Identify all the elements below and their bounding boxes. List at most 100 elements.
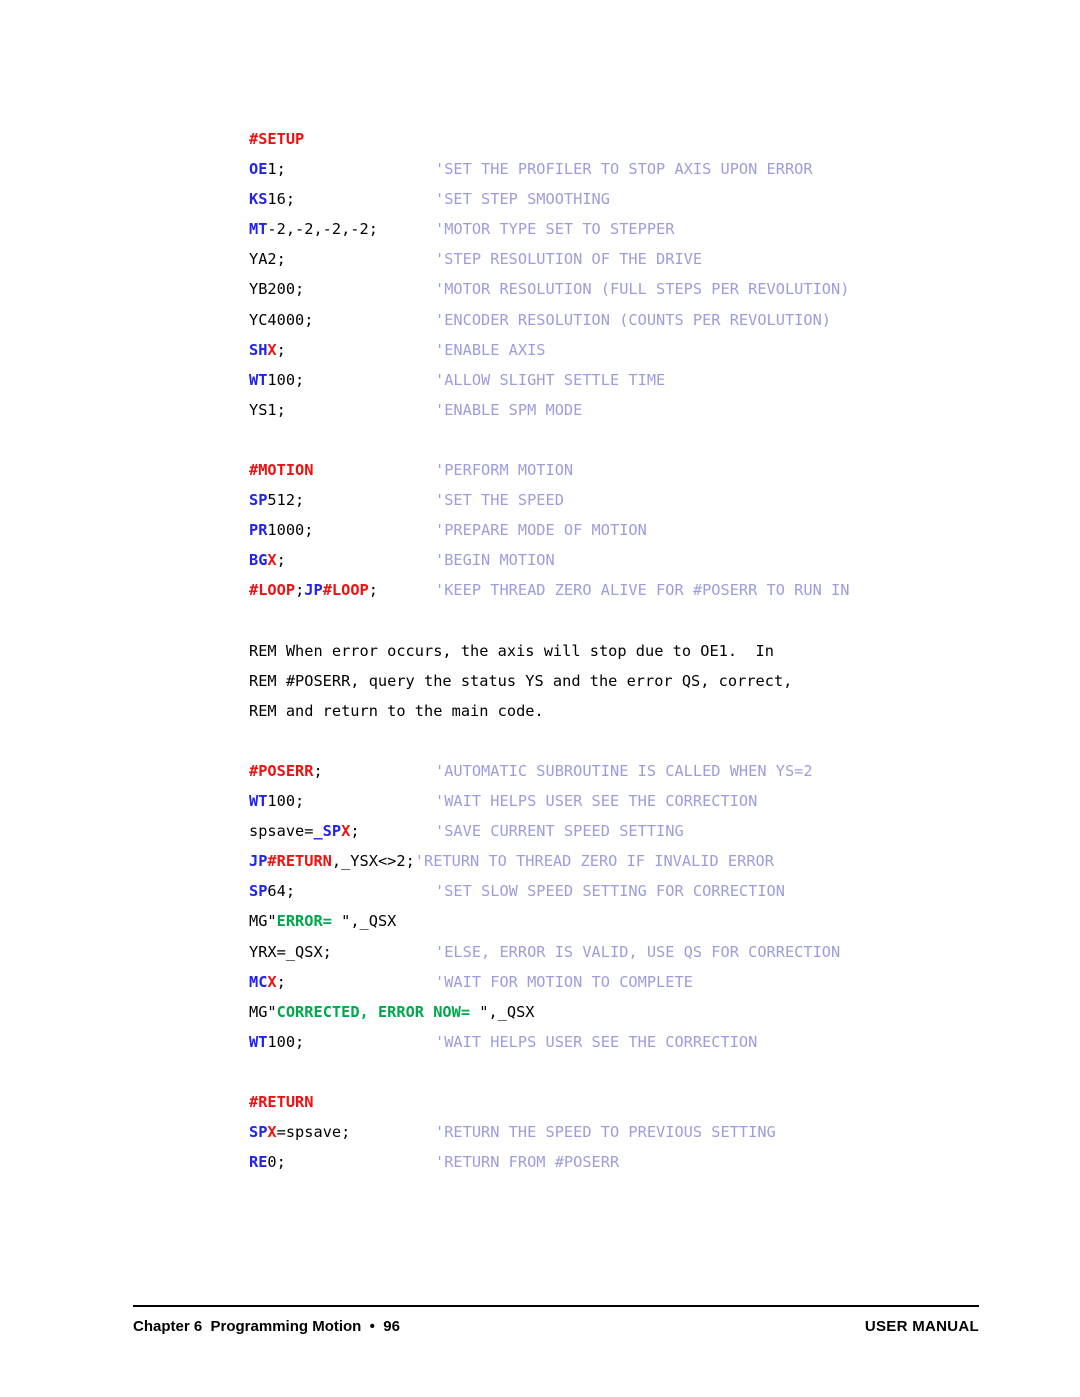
code-token: YRX=_QSX; [249,942,332,961]
code-line-ya2: YA2; 'STEP RESOLUTION OF THE DRIVE [249,244,1009,274]
code-line-bgx: BGX; 'BEGIN MOTION [249,545,1009,575]
code-token: #MOTION [249,461,314,480]
code-tokens: MT-2,-2,-2,-2; [249,214,435,244]
code-inline-comment: 'ALLOW SLIGHT SETTLE TIME [435,370,666,389]
code-tokens: WT100; [249,365,435,395]
code-token: ; [276,340,286,359]
code-tokens: #LOOP;JP#LOOP; [249,575,435,605]
code-comment-line-rem-3: REM and return to the main code. [249,696,1009,726]
footer-chapter-label: Chapter 6 Programming Motion • 96 [133,1317,400,1335]
code-token: 100; [267,792,305,811]
code-token: 100; [267,1032,305,1051]
code-token: JP [249,852,268,871]
prose-text: REM and return to the main code. [249,701,544,720]
code-token: 100; [267,370,305,389]
code-line-oe1: OE1; 'SET THE PROFILER TO STOP AXIS UPON … [249,154,1009,184]
code-token: #LOOP [249,581,296,600]
code-inline-comment: 'WAIT HELPS USER SEE THE CORRECTION [435,1032,758,1051]
code-token: #RETURN [249,1093,314,1111]
code-inline-comment: 'ENABLE SPM MODE [435,400,583,419]
code-line-wt100-a: WT100; 'ALLOW SLIGHT SETTLE TIME [249,365,1009,395]
code-tokens: #MOTION [249,455,435,485]
code-line-ks16: KS16; 'SET STEP SMOOTHING [249,184,1009,214]
code-line-setup-label: #SETUP [249,124,1009,154]
code-inline-comment: 'RETURN FROM #POSERR [435,1153,620,1172]
code-line-mg-corrected: MG"CORRECTED, ERROR NOW= ",_QSX [249,997,1009,1027]
code-token: ; [295,581,305,600]
code-line-spx-assign: SPX=spsave; 'RETURN THE SPEED TO PREVIOUS… [249,1117,1009,1147]
code-token: X [267,551,277,570]
code-token: _SP [313,822,342,841]
code-tokens: SP64; [249,876,435,906]
code-token: SH [249,340,268,359]
code-token: X [341,822,351,841]
code-inline-comment: 'KEEP THREAD ZERO ALIVE FOR #POSERR TO R… [435,581,850,600]
code-tokens: RE0; [249,1147,435,1177]
code-line-sp64: SP64; 'SET SLOW SPEED SETTING FOR CORRECT… [249,876,1009,906]
code-tokens: MG"CORRECTED, ERROR NOW= ",_QSX [249,997,535,1027]
code-line-pr1000: PR1000; 'PREPARE MODE OF MOTION [249,515,1009,545]
code-token: MT [249,220,268,239]
code-token: #LOOP [322,581,369,600]
code-tokens: SHX; [249,335,435,365]
code-tokens: BGX; [249,545,435,575]
code-line-jp-return: JP#RETURN,_YSX<>2;'RETURN TO THREAD ZERO… [249,846,1009,876]
code-tokens: YRX=_QSX; [249,937,435,967]
code-token: 16; [267,190,296,209]
code-line-sp512: SP512; 'SET THE SPEED [249,485,1009,515]
code-tokens: #SETUP [249,124,435,154]
code-line-mt: MT-2,-2,-2,-2; 'MOTOR TYPE SET TO STEPPER [249,214,1009,244]
code-inline-comment: 'SET STEP SMOOTHING [435,190,610,209]
code-line-yb200: YB200; 'MOTOR RESOLUTION (FULL STEPS PER … [249,274,1009,304]
code-token: 64; [267,882,296,901]
code-token: -2,-2,-2,-2; [267,220,378,239]
code-token: OE [249,160,268,179]
code-line-re0: RE0; 'RETURN FROM #POSERR [249,1147,1009,1177]
code-token: #POSERR [249,761,314,780]
code-token: ",_QSX [341,912,397,931]
code-tokens: OE1; [249,154,435,184]
code-inline-comment: 'WAIT FOR MOTION TO COMPLETE [435,972,693,991]
code-token: ,_YSX<>2; [331,852,415,871]
code-token: RE [249,1153,268,1172]
code-token: SP [249,1123,268,1142]
code-token: 512; [267,491,305,510]
code-token: BG [249,551,268,570]
code-line-shx: SHX; 'ENABLE AXIS [249,335,1009,365]
code-token: WT [249,792,268,811]
page-footer: Chapter 6 Programming Motion • 96 USER M… [133,1313,979,1339]
code-token: YB200; [249,280,305,299]
code-inline-comment: 'RETURN THE SPEED TO PREVIOUS SETTING [435,1123,776,1142]
code-inline-comment: 'ENABLE AXIS [435,340,546,359]
document-page: #SETUP OE1; 'SET THE PROFILER TO STOP AXIS… [0,0,1080,1397]
code-inline-comment: 'BEGIN MOTION [435,551,555,570]
code-inline-comment: 'ENCODER RESOLUTION (COUNTS PER REVOLUTI… [435,310,832,329]
footer-manual-label: USER MANUAL [864,1317,979,1335]
code-line-spsave-assign: spsave=_SPX; 'SAVE CURRENT SPEED SETTING [249,816,1009,846]
code-inline-comment: 'WAIT HELPS USER SEE THE CORRECTION [435,792,758,811]
code-inline-comment: 'ELSE, ERROR IS VALID, USE QS FOR CORREC… [435,942,841,961]
code-token: MG" [249,1002,277,1021]
code-token: spsave= [249,822,314,841]
code-token: X [267,340,277,359]
code-tokens: SPX=spsave; [249,1117,435,1147]
code-inline-comment: 'SAVE CURRENT SPEED SETTING [435,822,684,841]
code-inline-comment: 'SET SLOW SPEED SETTING FOR CORRECTION [435,882,785,901]
code-inline-comment: 'PERFORM MOTION [435,461,574,480]
code-comment-line-rem-1: REM When error occurs, the axis will sto… [249,636,1009,666]
code-token: ; [276,551,286,570]
code-token: ; [276,972,286,991]
code-inline-comment: 'PREPARE MODE OF MOTION [435,521,647,540]
code-line-yrx-assign: YRX=_QSX; 'ELSE, ERROR IS VALID, USE QS F… [249,937,1009,967]
code-line-wt100-b: WT100; 'WAIT HELPS USER SEE THE CORRECTIO… [249,786,1009,816]
code-inline-comment: 'MOTOR RESOLUTION (FULL STEPS PER REVOLU… [435,280,850,299]
code-token: ; [350,822,360,841]
code-tokens: YC4000; [249,305,435,335]
code-line-mcx: MCX; 'WAIT FOR MOTION TO COMPLETE [249,967,1009,997]
prose-text: REM #POSERR, query the status YS and the… [249,671,793,690]
code-token: SP [249,491,268,510]
